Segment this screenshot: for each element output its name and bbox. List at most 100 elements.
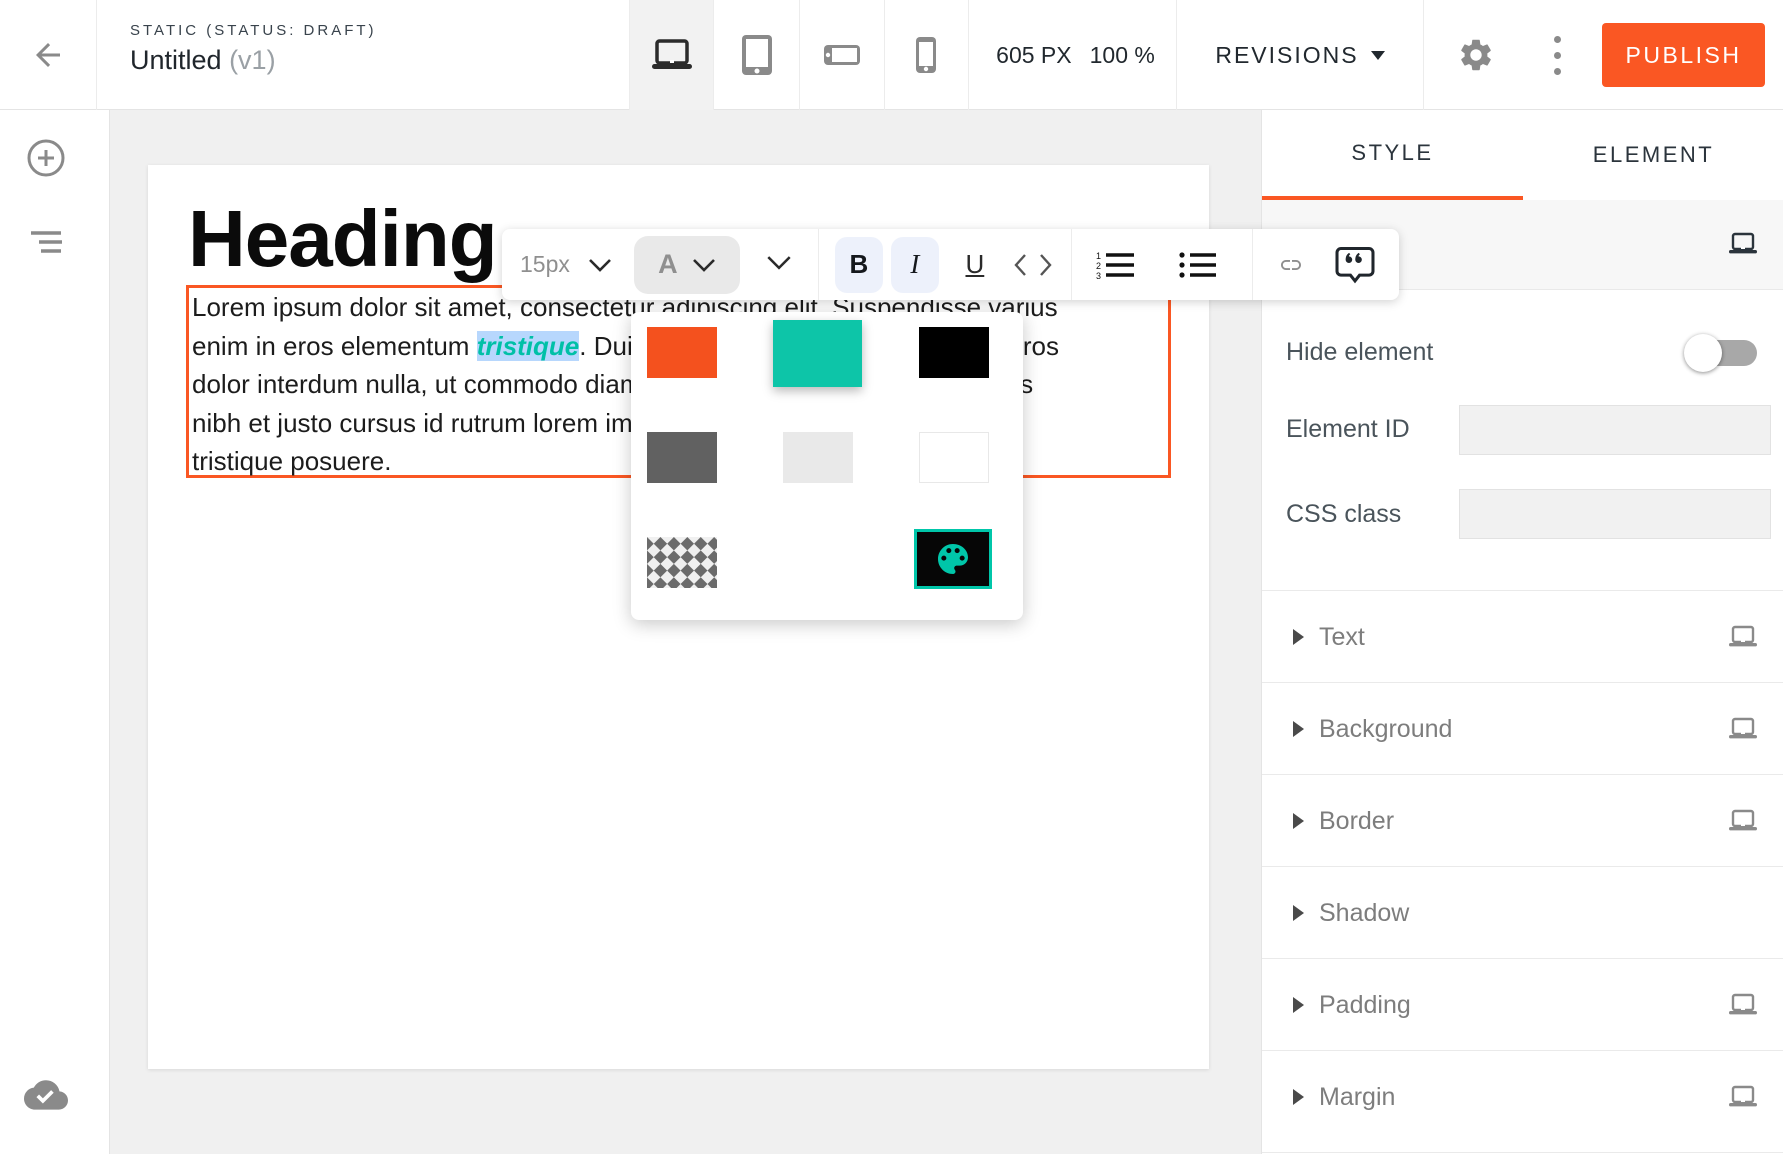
gear-icon <box>1457 36 1495 74</box>
element-id-input[interactable] <box>1459 405 1771 455</box>
svg-text:1: 1 <box>1096 251 1101 261</box>
highlight-color-dropdown[interactable] <box>766 255 792 275</box>
back-button[interactable] <box>0 0 97 110</box>
device-scope-icon[interactable] <box>1728 717 1758 741</box>
unordered-list-icon <box>1178 250 1218 280</box>
text-format-toolbar: 15px A B I U 1 2 3 <box>502 229 1399 300</box>
device-mobile-portrait-button[interactable] <box>884 0 969 110</box>
chevron-down-icon <box>692 258 716 272</box>
svg-text:2: 2 <box>1096 261 1101 271</box>
toggle-knob <box>1684 334 1722 372</box>
zoom-level-value: 100 % <box>1090 42 1155 69</box>
back-arrow-icon <box>30 37 66 73</box>
hide-element-label: Hide element <box>1286 338 1433 367</box>
desktop-icon <box>650 39 694 71</box>
kebab-icon <box>1554 36 1561 43</box>
chevron-right-icon <box>1293 1089 1304 1105</box>
swatch-dark-gray[interactable] <box>647 432 717 483</box>
page-title: Untitled (v1) <box>130 45 377 76</box>
top-bar: STATIC (STATUS: DRAFT) Untitled (v1) <box>0 0 1783 110</box>
svg-text:3: 3 <box>1096 271 1101 280</box>
underline-button[interactable]: U <box>951 237 999 293</box>
palette-icon <box>933 539 973 579</box>
accordion-padding[interactable]: Padding <box>1262 958 1783 1050</box>
chevron-down-icon <box>588 258 612 272</box>
device-mobile-landscape-button[interactable] <box>800 0 885 110</box>
publish-button[interactable]: PUBLISH <box>1602 23 1765 87</box>
tree-list-icon <box>28 229 64 255</box>
quote-button[interactable] <box>1323 237 1387 293</box>
device-scope-icon[interactable] <box>1728 1085 1758 1109</box>
viewport-width-value: 605 PX <box>996 42 1071 69</box>
code-icon <box>1013 252 1053 278</box>
swatch-black[interactable] <box>919 327 989 378</box>
cloud-check-icon <box>24 1077 68 1111</box>
chevron-right-icon <box>1293 905 1304 921</box>
link-icon <box>1272 253 1310 277</box>
revisions-label: REVISIONS <box>1215 42 1358 69</box>
device-scope-icon[interactable] <box>1728 625 1758 649</box>
toolbar-divider <box>818 229 819 300</box>
device-scope-icon[interactable] <box>1728 809 1758 833</box>
viewport-info: 605 PX 100 % <box>975 0 1177 110</box>
unordered-list-button[interactable] <box>1166 237 1230 293</box>
ordered-list-icon: 1 2 3 <box>1096 250 1136 280</box>
left-sidebar <box>0 110 110 1154</box>
chevron-right-icon <box>1293 721 1304 737</box>
highlighted-word: tristique <box>477 331 580 361</box>
chevron-right-icon <box>1293 997 1304 1013</box>
add-element-button[interactable] <box>24 136 68 180</box>
plus-circle-icon <box>25 137 67 179</box>
page-version: (v1) <box>229 45 276 75</box>
swatch-orange[interactable] <box>647 327 717 378</box>
accordion-border[interactable]: Border <box>1262 774 1783 866</box>
page-title-text: Untitled <box>130 45 222 75</box>
tablet-icon <box>741 34 773 76</box>
device-scope-icon[interactable] <box>1728 232 1758 256</box>
ordered-list-button[interactable]: 1 2 3 <box>1084 237 1148 293</box>
chevron-right-icon <box>1293 629 1304 645</box>
more-options-button[interactable] <box>1537 26 1577 84</box>
chevron-down-icon <box>766 255 792 270</box>
device-tablet-button[interactable] <box>715 0 800 110</box>
swatch-transparent[interactable] <box>647 537 717 588</box>
link-button[interactable] <box>1259 237 1323 293</box>
hide-element-toggle[interactable] <box>1684 330 1760 376</box>
tab-style[interactable]: STYLE <box>1262 110 1523 200</box>
font-size-value: 15px <box>520 251 570 278</box>
italic-button[interactable]: I <box>891 237 939 293</box>
accordion-margin[interactable]: Margin <box>1262 1050 1783 1142</box>
tab-element[interactable]: ELEMENT <box>1523 110 1783 200</box>
caret-down-icon <box>1371 51 1385 60</box>
font-size-dropdown[interactable]: 15px <box>520 251 612 278</box>
swatch-light-gray[interactable] <box>783 432 853 483</box>
swatch-custom-color[interactable] <box>914 529 992 589</box>
text-color-dropdown[interactable]: A <box>634 236 740 294</box>
transparent-pattern-icon <box>647 537 717 588</box>
code-button[interactable] <box>1003 237 1063 293</box>
element-tree-button[interactable] <box>24 220 68 264</box>
color-picker-popover <box>631 312 1023 620</box>
css-class-label: CSS class <box>1286 500 1401 529</box>
chevron-right-icon <box>1293 813 1304 829</box>
accordion-text[interactable]: Text <box>1262 590 1783 682</box>
css-class-input[interactable] <box>1459 489 1771 539</box>
accordion-shadow[interactable]: Shadow <box>1262 866 1783 958</box>
toolbar-divider <box>1252 229 1253 300</box>
element-id-label: Element ID <box>1286 415 1410 444</box>
swatch-teal[interactable] <box>773 320 862 387</box>
divider <box>1262 1152 1783 1153</box>
revisions-dropdown[interactable]: REVISIONS <box>1177 0 1424 110</box>
saved-status-indicator <box>24 1072 68 1116</box>
swatch-white[interactable] <box>919 432 989 483</box>
mobile-landscape-icon <box>823 44 861 66</box>
text-color-label: A <box>658 249 678 280</box>
settings-button[interactable] <box>1452 31 1500 79</box>
device-desktop-button[interactable] <box>629 0 714 110</box>
device-scope-icon[interactable] <box>1728 993 1758 1017</box>
quote-icon <box>1333 246 1377 284</box>
accordion-background[interactable]: Background <box>1262 682 1783 774</box>
bold-button[interactable]: B <box>835 237 883 293</box>
mobile-portrait-icon <box>915 36 937 74</box>
canvas-heading-element[interactable]: Heading <box>188 193 497 285</box>
